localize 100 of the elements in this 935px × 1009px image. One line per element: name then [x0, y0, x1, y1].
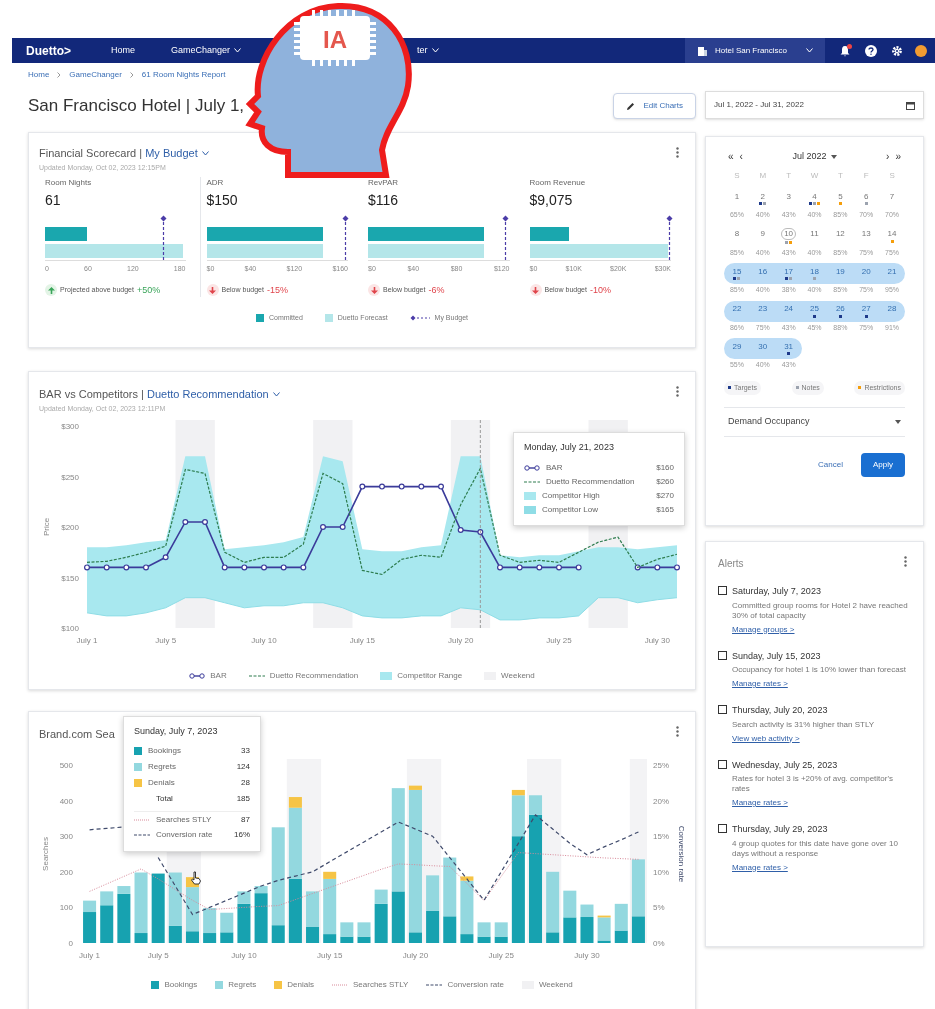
- metric-label: ADR: [206, 177, 225, 189]
- day-number: 29: [732, 341, 742, 352]
- day-number: 26: [835, 304, 845, 314]
- day-number: 30: [758, 341, 768, 352]
- tooltip-label: Duetto Recommendation: [546, 475, 636, 488]
- alert-message: Search activity is 31% higher than STLY: [732, 719, 875, 730]
- tooltip-date: Sunday, July 7, 2023: [134, 725, 219, 738]
- axis-title: Price: [42, 517, 51, 537]
- alert-date: Saturday, July 7, 2023: [732, 585, 822, 598]
- alert-message: Rates for hotel 3 is +20% of avg. competitor's rates: [732, 774, 894, 794]
- axis-tick-label: July 25: [488, 950, 514, 960]
- weekday-label: T: [836, 170, 844, 182]
- axis-tick-label: $150: [61, 573, 79, 583]
- alert-date: Thursday, July 20, 2023: [732, 704, 829, 717]
- axis-tick-label: 20%: [653, 796, 669, 806]
- axis-tick-label: $100: [61, 624, 79, 633]
- day-number: 21: [887, 266, 897, 277]
- day-number: 13: [861, 229, 871, 239]
- day-number: 6: [864, 191, 869, 202]
- tooltip-value: 185: [236, 792, 250, 805]
- day-number: 7: [889, 191, 895, 202]
- tooltip-value: 124: [236, 760, 250, 773]
- day-number: 17: [784, 266, 794, 277]
- legend-label: Weekend: [501, 670, 535, 682]
- tooltip-value: 33: [241, 744, 250, 757]
- alert-message: Occupancy for hotel 1 is 10% lower than forecast: [732, 665, 906, 675]
- legend-label: Conversion rate: [447, 978, 504, 991]
- property-name: Hotel San Francisco: [715, 44, 789, 57]
- day-number: 22: [732, 304, 742, 314]
- day-number: 1: [734, 191, 740, 202]
- metric-label: RevPAR: [368, 177, 400, 189]
- day-number: 8: [734, 229, 740, 239]
- panel-title: Alerts: [718, 557, 744, 571]
- tooltip-label: Competitor High: [542, 489, 601, 502]
- day-number: 25: [810, 304, 819, 314]
- axis-tick-label: 200: [59, 867, 73, 877]
- metric-value: $9,075: [529, 191, 574, 210]
- date-range-value: Jul 1, 2022 - Jul 31, 2022: [714, 99, 805, 111]
- axis-tick-label: 500: [59, 760, 73, 770]
- axis-tick-label: 100: [59, 902, 73, 912]
- metric-value: $150: [206, 191, 239, 210]
- change-value: -15%: [266, 283, 288, 297]
- axis-tick-label: July 20: [448, 636, 474, 645]
- axis-tick-label: 15%: [653, 831, 669, 841]
- tooltip-value: 28: [241, 776, 250, 789]
- axis-tick-label: 300: [59, 831, 73, 841]
- axis-tick-label: July 30: [574, 950, 600, 960]
- axis-title: Searches: [41, 836, 50, 871]
- change-value: -10%: [589, 283, 611, 297]
- card-title: BAR vs Competitors |: [39, 387, 145, 402]
- axis-tick-label: $250: [61, 472, 79, 482]
- tooltip-value: $165: [656, 503, 674, 516]
- tooltip-label: Searches STLY: [156, 814, 213, 826]
- legend-label: Duetto Recommendation: [269, 670, 359, 682]
- day-number: 2: [760, 191, 765, 202]
- card-title: Brand.com Sea: [39, 727, 115, 742]
- day-number: 19: [835, 266, 845, 277]
- axis-tick-label: July 10: [231, 950, 257, 960]
- axis-tick-label: 5%: [653, 902, 665, 912]
- legend-label: Denials: [287, 978, 314, 991]
- day-number: 14: [887, 229, 897, 239]
- weekday-label: M: [758, 170, 768, 182]
- card-title: Financial Scorecard |: [39, 146, 144, 161]
- axis-tick-label: July 5: [155, 636, 177, 645]
- legend-label: Weekend: [538, 978, 573, 991]
- day-number: 20: [861, 266, 871, 277]
- axis-tick-label: July 20: [402, 950, 429, 960]
- day-number: 23: [758, 304, 768, 314]
- day-number: 11: [810, 229, 819, 239]
- tooltip-label: Denials: [148, 776, 176, 789]
- tooltip-value: 87: [241, 814, 250, 826]
- day-number: 31: [784, 341, 794, 352]
- tooltip-value: 16%: [234, 828, 250, 841]
- page-title: San Francisco Hotel | July 1,: [28, 95, 245, 118]
- tooltip-label: Total: [156, 792, 174, 805]
- axis-tick-label: 0: [68, 938, 73, 948]
- tooltip-label: BAR: [546, 461, 564, 474]
- metric-value: $116: [368, 191, 400, 210]
- axis-tick-label: July 10: [251, 636, 277, 645]
- dropdown-value: Demand Occupancy: [728, 415, 811, 429]
- day-number: 24: [784, 304, 794, 314]
- tooltip-label: Conversion rate: [156, 828, 214, 841]
- ia-text: IA: [323, 26, 347, 53]
- tooltip-date: Monday, July 21, 2023: [524, 441, 615, 454]
- tooltip-value: $260: [656, 475, 674, 488]
- metric-value: 61: [45, 191, 62, 210]
- day-number: 3: [786, 191, 791, 202]
- alert-message: 4 group quotes for this date have gone over 10 days without a response: [732, 838, 899, 859]
- axis-tick-label: 0%: [653, 938, 665, 948]
- legend-label: BAR: [210, 670, 227, 682]
- tooltip-value: $270: [656, 489, 674, 502]
- alert-date: Thursday, July 29, 2023: [732, 823, 829, 836]
- change-value: +50%: [136, 283, 161, 297]
- axis-tick-label: $300: [61, 422, 79, 431]
- tooltip-label: Bookings: [148, 744, 182, 757]
- day-number: 4: [812, 191, 817, 202]
- day-number: 27: [861, 304, 871, 314]
- axis-tick-label: July 30: [644, 636, 670, 645]
- axis-tick-label: 25%: [653, 760, 669, 770]
- metric-label: Room Nights: [45, 177, 93, 189]
